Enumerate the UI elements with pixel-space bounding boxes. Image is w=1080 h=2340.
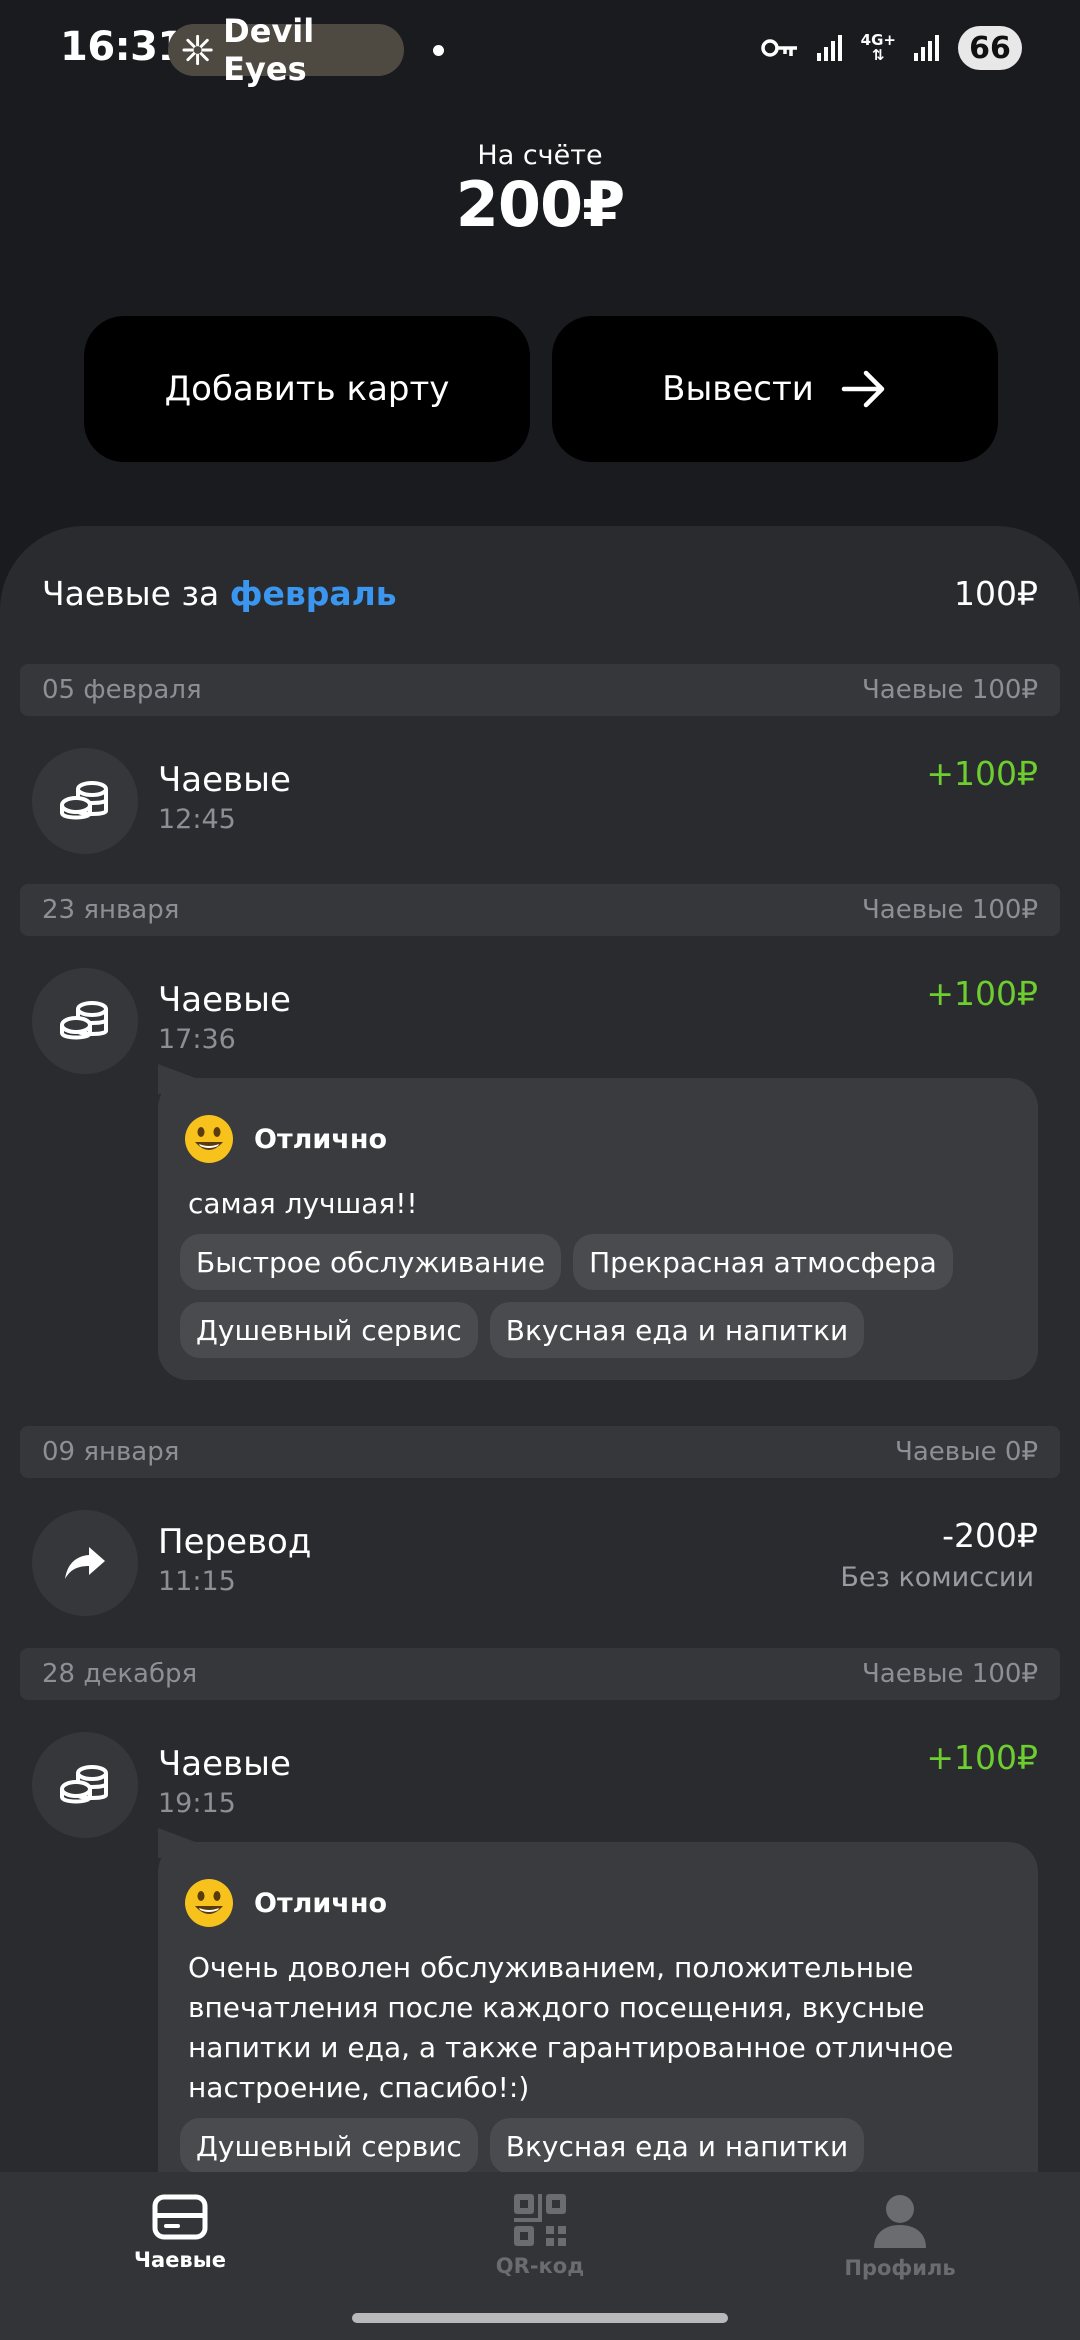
date-label: 05 февраля	[42, 675, 202, 705]
arrow-right-icon	[841, 370, 885, 408]
date-label: 09 января	[42, 1437, 180, 1467]
review-tags: Душевный сервис Вкусная еда и напитки	[180, 2118, 1016, 2174]
date-header: 23 января Чаевые 100₽	[20, 884, 1060, 936]
coins-icon	[32, 748, 138, 854]
review-tag: Вкусная еда и напитки	[489, 1302, 865, 1358]
transaction-row[interactable]: Чаевые 17:36 +100₽	[0, 968, 1080, 1078]
now-playing-title: Devil Eyes	[223, 12, 315, 88]
transaction-row[interactable]: Перевод 11:15 -200₽ Без комиссии	[0, 1510, 1080, 1620]
sparkle-icon	[182, 34, 213, 66]
home-indicator[interactable]	[352, 2313, 728, 2323]
status-bar: 16:31 Devil Eyes 4G+ ⇅ 66	[0, 0, 1080, 100]
date-header: 28 декабря Чаевые 100₽	[20, 1648, 1060, 1700]
card-icon	[152, 2194, 208, 2240]
date-sum: Чаевые 100₽	[861, 895, 1038, 925]
date-sum: Чаевые 100₽	[861, 1659, 1038, 1689]
nav-tab-profile[interactable]: Профиль	[780, 2194, 1020, 2280]
date-sum: Чаевые 0₽	[895, 1437, 1038, 1467]
coins-icon	[32, 1732, 138, 1838]
review-tag: Душевный сервис	[180, 1302, 478, 1358]
transaction-amount: +100₽	[926, 754, 1038, 793]
withdraw-label: Вывести	[662, 369, 814, 409]
battery-icon: 66	[958, 26, 1022, 70]
transactions-sheet[interactable]: Чаевые за февраль 100₽ 05 февраля Чаевые…	[0, 526, 1080, 2340]
notification-dot	[433, 45, 444, 56]
transaction-amount: +100₽	[926, 1738, 1038, 1777]
network-type-icon: 4G+ ⇅	[861, 33, 896, 63]
nav-label-tips: Чаевые	[134, 2248, 226, 2272]
month-total: 100₽	[954, 574, 1038, 613]
share-arrow-icon	[32, 1510, 138, 1616]
month-selector[interactable]: февраль	[230, 574, 397, 613]
review-tag: Прекрасная атмосфера	[573, 1234, 953, 1290]
balance-label: На счёте	[477, 140, 603, 171]
review-rating: Отлично	[254, 1887, 388, 1919]
review-rating: Отлично	[254, 1123, 388, 1155]
transaction-title: Чаевые	[158, 760, 291, 800]
status-icons: 4G+ ⇅ 66	[760, 26, 1022, 70]
commission-note: Без комиссии	[840, 1562, 1034, 1593]
transaction-amount: +100₽	[926, 974, 1038, 1013]
smile-emoji-icon	[185, 1879, 233, 1927]
review-tag: Вкусная еда и напитки	[489, 2118, 865, 2174]
transaction-time: 19:15	[158, 1788, 236, 1819]
review-tag: Душевный сервис	[180, 2118, 478, 2174]
smile-emoji-icon	[185, 1115, 233, 1163]
date-header: 05 февраля Чаевые 100₽	[20, 664, 1060, 716]
month-summary: Чаевые за февраль 100₽	[42, 574, 1038, 613]
nav-label-profile: Профиль	[844, 2256, 956, 2280]
transaction-time: 11:15	[158, 1566, 236, 1597]
transaction-row[interactable]: Чаевые 12:45 +100₽	[0, 748, 1080, 858]
transaction-title: Чаевые	[158, 980, 291, 1020]
review-text: самая лучшая!!	[188, 1187, 418, 1220]
date-label: 28 декабря	[42, 1659, 198, 1689]
withdraw-button[interactable]: Вывести	[552, 316, 998, 462]
add-card-button[interactable]: Добавить карту	[84, 316, 530, 462]
date-sum: Чаевые 100₽	[861, 675, 1038, 705]
now-playing-pill[interactable]: Devil Eyes	[168, 12, 404, 88]
key-icon	[760, 39, 797, 57]
review-text: Очень доволен обслуживанием, положительн…	[188, 1951, 954, 2104]
signal-icon-2	[914, 35, 939, 61]
transaction-time: 12:45	[158, 804, 236, 835]
signal-icon	[816, 35, 842, 61]
coins-icon	[32, 968, 138, 1074]
nav-tab-tips[interactable]: Чаевые	[60, 2194, 300, 2272]
balance-amount: 200₽	[455, 168, 626, 241]
transaction-amount: -200₽	[942, 1516, 1038, 1555]
summary-prefix: Чаевые за	[42, 574, 220, 613]
data-arrows-icon: ⇅	[872, 46, 885, 64]
status-time: 16:31	[60, 24, 185, 70]
transaction-row[interactable]: Чаевые 19:15 +100₽	[0, 1732, 1080, 1842]
date-label: 23 января	[42, 895, 180, 925]
review-tags: Быстрое обслуживание Прекрасная атмосфер…	[180, 1234, 1016, 1358]
nav-label-qr: QR-код	[495, 2254, 585, 2278]
person-icon	[874, 2195, 926, 2248]
transaction-title: Чаевые	[158, 1744, 291, 1784]
transaction-title: Перевод	[158, 1522, 312, 1562]
transaction-time: 17:36	[158, 1024, 236, 1055]
nav-tab-qr[interactable]: QR-код	[420, 2194, 660, 2278]
add-card-label: Добавить карту	[164, 369, 450, 409]
qr-code-icon	[514, 2194, 566, 2246]
date-header: 09 января Чаевые 0₽	[20, 1426, 1060, 1478]
review-card: Отлично самая лучшая!! Быстрое обслужива…	[158, 1064, 1038, 1380]
review-tag: Быстрое обслуживание	[180, 1234, 562, 1290]
